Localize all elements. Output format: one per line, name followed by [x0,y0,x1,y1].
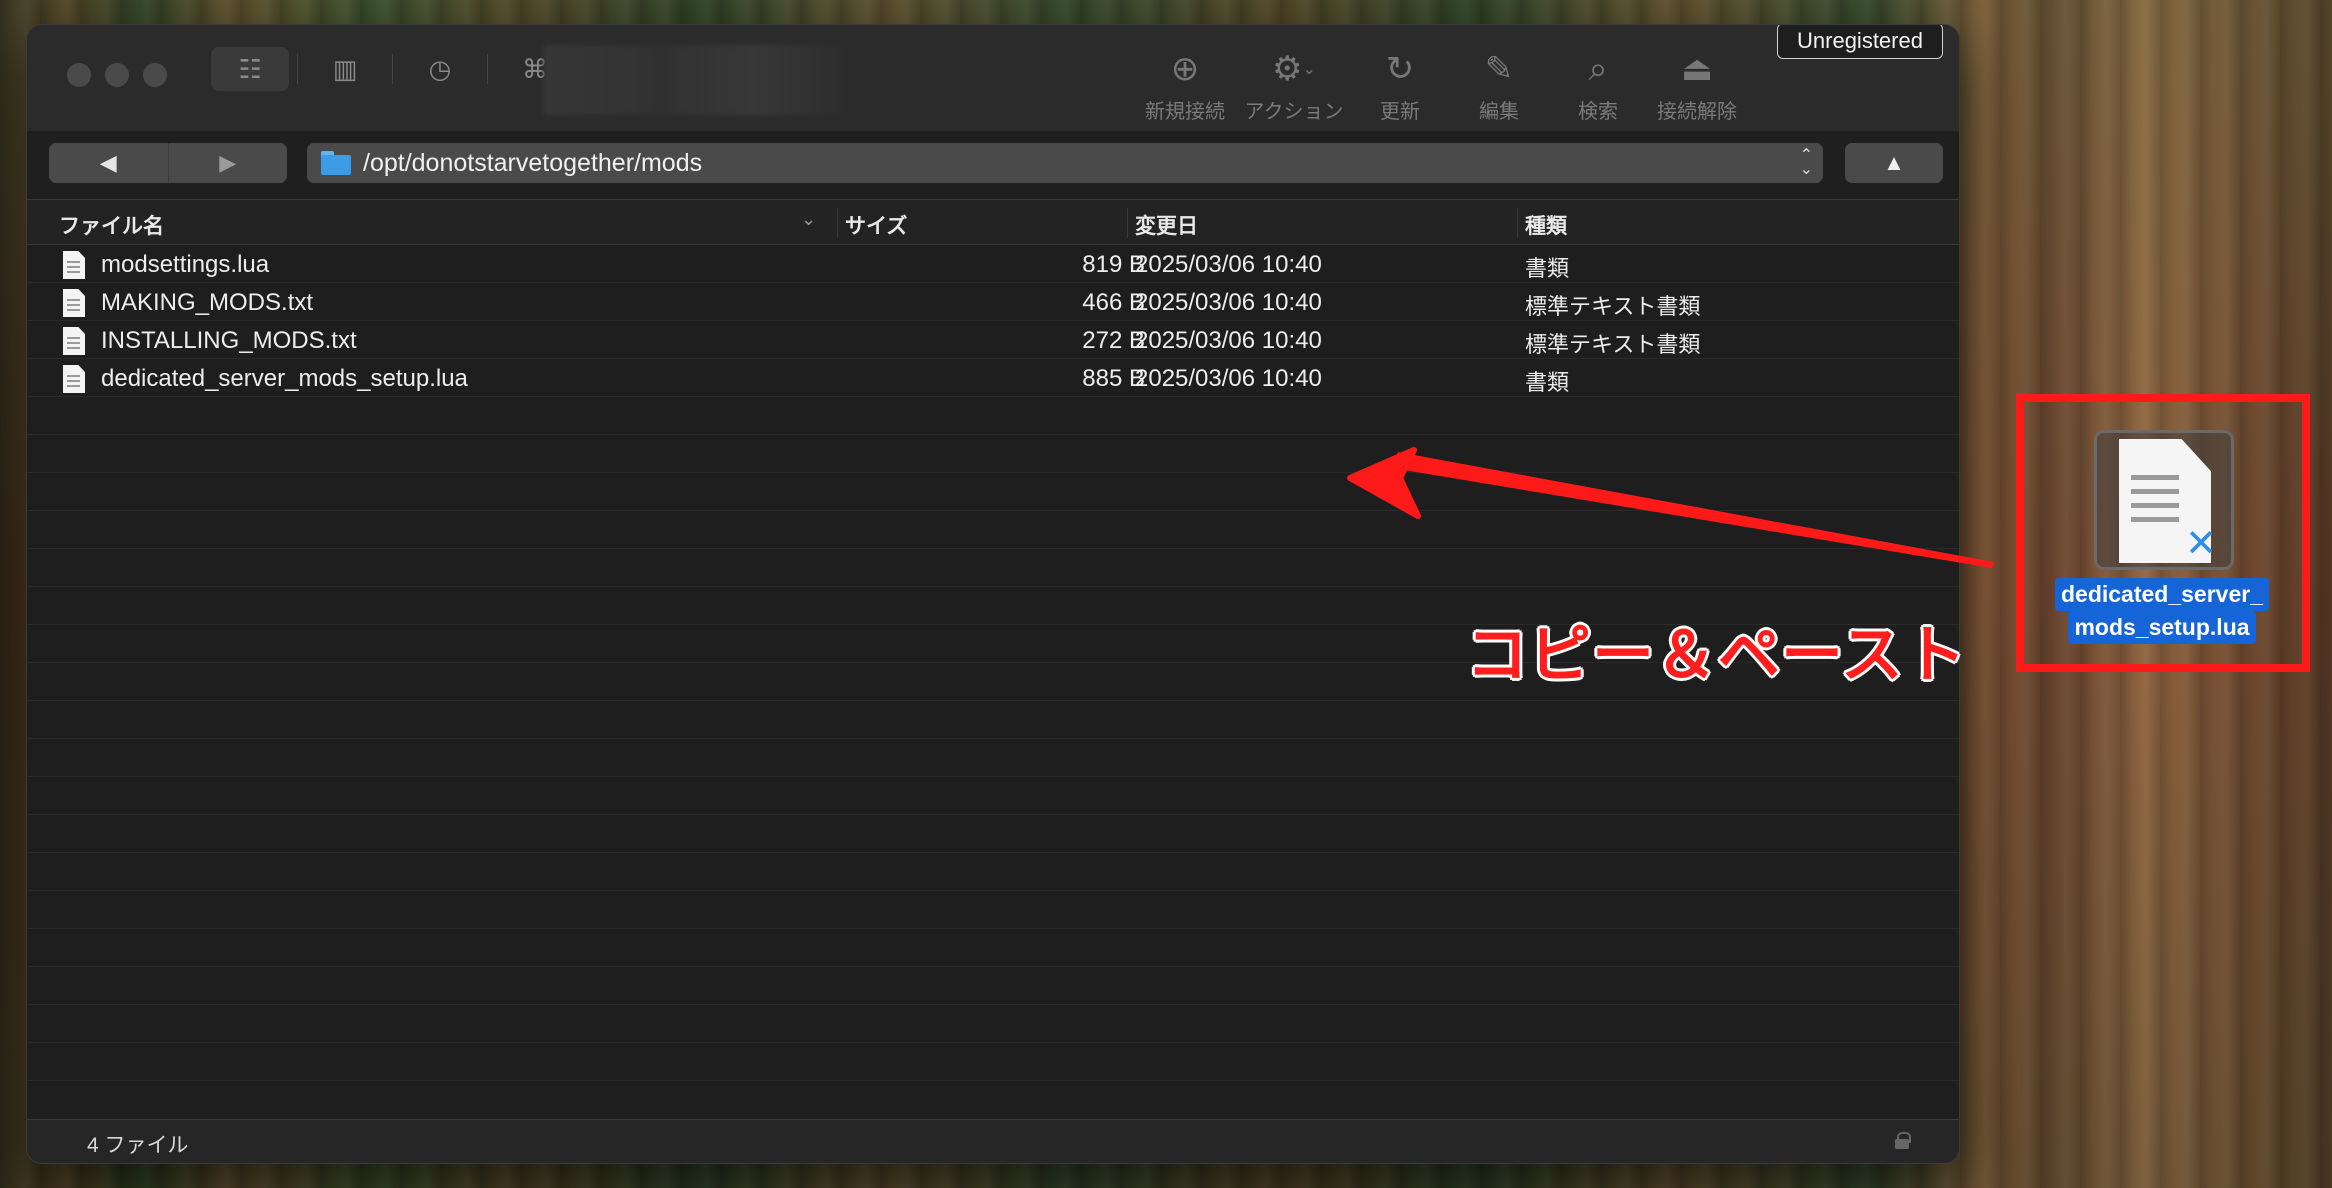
current-path: /opt/donotstarvetogether/mods [363,148,703,177]
globe-plus-icon: ⊕ [1170,50,1200,88]
new-connection-button[interactable]: ⊕ 新規接続 [1137,47,1233,124]
path-selector[interactable]: /opt/donotstarvetogether/mods ⌃ ⌄ [307,143,1823,183]
disconnect-button[interactable]: ⏏ 接続解除 [1649,47,1745,124]
column-name[interactable]: ファイル名 [59,210,164,240]
copy-paste-label: コピー＆ペースト [1466,621,1967,690]
minimize-window-button[interactable] [105,63,129,87]
close-window-button[interactable] [67,63,91,87]
list-view-icon[interactable]: ☷ [211,47,289,91]
chevron-updown-icon: ⌃ ⌄ [1799,147,1813,178]
back-forward-control: ◀ ▶ [49,143,287,183]
refresh-button[interactable]: ↻ 更新 [1355,47,1445,124]
column-kind[interactable]: 種類 [1525,210,1567,240]
document-icon [63,365,85,393]
desktop-file-label[interactable]: dedicated_server_ mods_setup.lua [2044,578,2280,644]
file-browser-window: ☷ ▥ ◷ ⌘ ⊕ 新規接続 ⚙ ⌄ アクション ↻ 更新 ✎ 編集 ⌕ 検索 … [26,24,1960,1164]
main-toolbar: ⊕ 新規接続 ⚙ ⌄ アクション ↻ 更新 ✎ 編集 ⌕ 検索 ⏏ 接続解除 [1137,47,1751,124]
pencil-icon: ✎ [1484,50,1514,88]
status-bar: 4 ファイル [27,1119,1959,1163]
lock-icon [1895,1132,1911,1149]
gear-icon: ⚙ ⌄ [1272,50,1316,88]
parent-folder-button[interactable]: ▲ [1845,143,1943,183]
action-button[interactable]: ⚙ ⌄ アクション [1239,47,1349,124]
file-row[interactable]: dedicated_server_mods_setup.lua 885 B 20… [27,359,1959,397]
back-button[interactable]: ◀ [49,143,168,183]
refresh-icon: ↻ [1385,50,1415,88]
file-row[interactable]: INSTALLING_MODS.txt 272 B 2025/03/06 10:… [27,321,1959,359]
document-icon [63,327,85,355]
eject-icon: ⏏ [1680,50,1714,88]
document-icon [63,289,85,317]
column-size[interactable]: サイズ [845,210,907,240]
sort-chevron-icon[interactable]: ⌄ [801,209,816,230]
window-controls [67,63,167,87]
forward-button[interactable]: ▶ [167,143,288,183]
folder-icon [321,151,351,175]
document-icon [63,251,85,279]
vscode-badge-icon: ✕ [2185,522,2217,565]
view-toolbar: ☷ ▥ ◷ ⌘ [211,47,574,91]
navigation-bar: ◀ ▶ /opt/donotstarvetogether/mods ⌃ ⌄ ▲ [27,143,1959,187]
file-row[interactable]: MAKING_MODS.txt 466 B 2025/03/06 10:40 標… [27,283,1959,321]
edit-button[interactable]: ✎ 編集 [1451,47,1547,124]
history-clock-icon[interactable]: ◷ [401,47,479,91]
bookmark-icon[interactable]: ▥ [306,47,384,91]
blurred-area [543,45,843,115]
titlebar: ☷ ▥ ◷ ⌘ ⊕ 新規接続 ⚙ ⌄ アクション ↻ 更新 ✎ 編集 ⌕ 検索 … [27,25,1959,131]
desktop-file-icon[interactable]: ✕ [2094,430,2234,570]
search-icon: ⌕ [1588,49,1608,88]
column-modified[interactable]: 変更日 [1135,210,1198,240]
search-button[interactable]: ⌕ 検索 [1553,47,1643,124]
file-row[interactable]: modsettings.lua 819 B 2025/03/06 10:40 書… [27,245,1959,283]
file-count: 4 ファイル [87,1134,189,1157]
unregistered-badge[interactable]: Unregistered [1777,25,1943,59]
zoom-window-button[interactable] [143,63,167,87]
column-header: ファイル名 ⌄ サイズ 変更日 種類 [27,199,1959,245]
